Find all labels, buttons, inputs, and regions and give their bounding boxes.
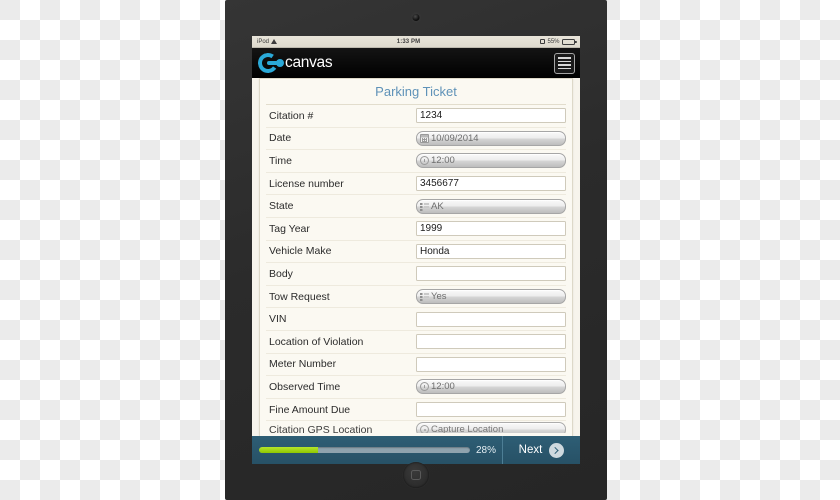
field-input[interactable] bbox=[416, 311, 566, 327]
form-row: Fine Amount Due bbox=[266, 399, 566, 422]
field-input[interactable] bbox=[416, 266, 566, 282]
progress-track bbox=[259, 447, 470, 453]
field-label: Vehicle Make bbox=[269, 245, 332, 258]
field-value: 1999 bbox=[420, 223, 443, 235]
form-row: Location of Violation bbox=[266, 331, 566, 354]
field-value: 10/09/2014 bbox=[431, 132, 479, 144]
field-label: Time bbox=[269, 154, 292, 167]
next-button-label: Next bbox=[518, 444, 543, 456]
form-row: Observed Time 12:00 bbox=[266, 376, 566, 399]
chevron-right-circle-icon bbox=[549, 442, 565, 458]
form-row: Citation GPS Location Capture Location bbox=[266, 421, 566, 434]
field-label: Location of Violation bbox=[269, 335, 364, 348]
calendar-icon bbox=[420, 133, 429, 143]
field-input[interactable] bbox=[416, 356, 566, 372]
status-right: 55% bbox=[539, 38, 577, 45]
form-row: State AK bbox=[266, 195, 566, 218]
field-value: 3456677 bbox=[420, 178, 459, 190]
form-row: Tag Year 1999 bbox=[266, 218, 566, 241]
field-value: 12:00 bbox=[431, 155, 455, 167]
field-value: Yes bbox=[431, 291, 447, 303]
field-label: License number bbox=[269, 177, 344, 190]
progress-bar-fill bbox=[259, 447, 319, 453]
field-input[interactable]: 1234 bbox=[416, 108, 566, 124]
form-field-list: Citation # 1234 Date 10/09/2014 Time 12:00 Lic… bbox=[260, 105, 572, 434]
rotation-lock-icon bbox=[539, 39, 545, 44]
list-icon bbox=[420, 201, 429, 211]
clock-icon bbox=[420, 382, 429, 392]
canvas-brand[interactable]: canvas bbox=[256, 51, 333, 75]
field-label: Tag Year bbox=[269, 222, 310, 235]
field-label: Citation GPS Location bbox=[269, 423, 373, 434]
page-title: Parking Ticket bbox=[266, 79, 566, 105]
field-picker[interactable]: Yes bbox=[416, 289, 566, 305]
field-input[interactable] bbox=[416, 334, 566, 350]
home-button[interactable] bbox=[403, 462, 429, 488]
field-label: VIN bbox=[269, 313, 287, 326]
form-row: Time 12:00 bbox=[266, 150, 566, 173]
field-value: 12:00 bbox=[431, 381, 455, 393]
field-input[interactable]: Honda bbox=[416, 243, 566, 259]
next-button[interactable]: Next bbox=[502, 436, 580, 464]
status-clock: 1:33 PM bbox=[396, 38, 421, 45]
field-value: 1234 bbox=[420, 110, 443, 122]
field-label: Observed Time bbox=[269, 380, 341, 393]
form-row: Date 10/09/2014 bbox=[266, 128, 566, 151]
carrier-label: iPod bbox=[257, 38, 270, 45]
form-row: Body bbox=[266, 263, 566, 286]
ios-status-bar: iPod 1:33 PM 55% bbox=[252, 36, 580, 48]
field-label: Fine Amount Due bbox=[269, 403, 351, 416]
clock-icon bbox=[420, 156, 429, 166]
front-camera-icon bbox=[412, 14, 420, 21]
battery-percent-label: 55% bbox=[547, 38, 560, 45]
battery-icon bbox=[562, 38, 577, 45]
form-row: Tow Request Yes bbox=[266, 286, 566, 309]
field-input[interactable]: 1999 bbox=[416, 221, 566, 237]
form-row: Meter Number bbox=[266, 354, 566, 377]
brand-wordmark: canvas bbox=[285, 53, 333, 71]
field-picker[interactable]: Capture Location bbox=[416, 422, 566, 434]
location-icon bbox=[420, 425, 429, 434]
form-scroll-area[interactable]: Parking Ticket Citation # 1234 Date 10/09/2… bbox=[252, 78, 580, 436]
field-value: Honda bbox=[420, 245, 450, 257]
field-input[interactable] bbox=[416, 402, 566, 418]
field-label: Tow Request bbox=[269, 290, 330, 303]
form-row: License number 3456677 bbox=[266, 173, 566, 196]
field-picker[interactable]: 12:00 bbox=[416, 379, 566, 395]
list-icon bbox=[420, 292, 429, 302]
field-label: Meter Number bbox=[269, 358, 337, 371]
hamburger-menu-icon[interactable] bbox=[554, 52, 575, 74]
progress-percent-label: 28% bbox=[475, 444, 496, 456]
field-label: Body bbox=[269, 267, 293, 280]
field-label: Citation # bbox=[269, 109, 314, 122]
progress-area: 28% bbox=[252, 445, 502, 456]
field-label: State bbox=[269, 200, 294, 213]
form-row: VIN bbox=[266, 308, 566, 331]
home-button-square-icon bbox=[411, 470, 421, 480]
field-value: Capture Location bbox=[431, 424, 504, 434]
status-left: iPod bbox=[257, 38, 278, 45]
field-picker[interactable]: 12:00 bbox=[416, 153, 566, 169]
bottom-toolbar: 28% Next bbox=[252, 436, 580, 464]
field-label: Date bbox=[269, 132, 292, 145]
field-picker[interactable]: 10/09/2014 bbox=[416, 130, 566, 146]
screenshot-stage: iPod 1:33 PM 55% canvas Parking Ticket C… bbox=[0, 0, 840, 500]
field-picker[interactable]: AK bbox=[416, 198, 566, 214]
form-card: Parking Ticket Citation # 1234 Date 10/09/2… bbox=[259, 78, 573, 436]
ipad-device-frame: iPod 1:33 PM 55% canvas Parking Ticket C… bbox=[225, 0, 607, 500]
field-input[interactable]: 3456677 bbox=[416, 176, 566, 192]
canvas-logo-icon bbox=[256, 51, 284, 75]
app-header-bar: canvas bbox=[252, 48, 580, 78]
form-row: Vehicle Make Honda bbox=[266, 241, 566, 264]
device-screen: iPod 1:33 PM 55% canvas Parking Ticket C… bbox=[252, 36, 580, 464]
form-row: Citation # 1234 bbox=[266, 105, 566, 128]
field-value: AK bbox=[431, 200, 444, 212]
